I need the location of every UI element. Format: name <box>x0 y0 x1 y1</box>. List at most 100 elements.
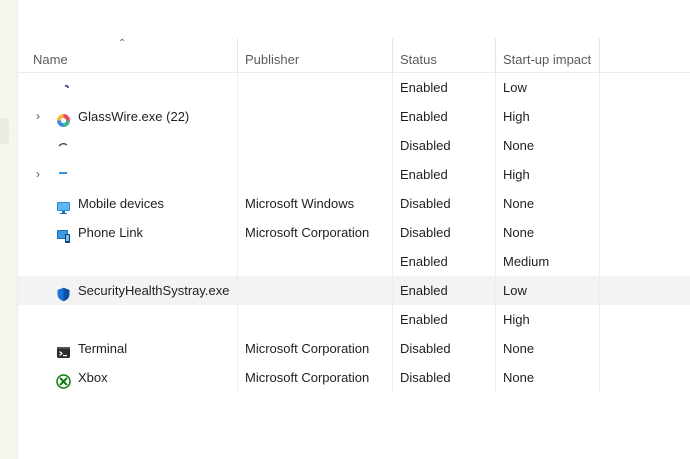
row-status-cell: Enabled <box>393 247 496 276</box>
row-impact: Low <box>503 80 527 95</box>
row-name-cell <box>18 73 238 102</box>
row-publisher-cell <box>238 131 393 160</box>
row-name-cell: Xbox <box>18 363 238 392</box>
table-row[interactable]: Xbox Microsoft Corporation Disabled None <box>18 363 690 392</box>
sort-ascending-icon: ⌃ <box>118 38 127 49</box>
row-status: Disabled <box>400 370 451 385</box>
table-row[interactable]: Enabled Low <box>18 73 690 102</box>
row-impact: None <box>503 138 535 153</box>
row-name: Terminal <box>78 341 128 356</box>
row-publisher-cell <box>238 73 393 102</box>
row-name-cell: SecurityHealthSystray.exe <box>18 276 238 305</box>
row-impact: None <box>503 370 535 385</box>
row-name-cell <box>18 247 238 276</box>
row-status: Enabled <box>400 167 448 182</box>
row-impact: High <box>503 109 530 124</box>
redacted-app-icon <box>56 167 71 182</box>
table-row[interactable]: Enabled High <box>18 305 690 334</box>
table-row[interactable]: Disabled None <box>18 131 690 160</box>
row-name-cell: › GlassWire.exe (22) <box>18 102 238 131</box>
redacted-app-icon <box>56 254 71 269</box>
navigation-rail <box>0 0 18 459</box>
row-name: Mobile devices <box>78 196 164 211</box>
row-impact: Medium <box>503 254 550 269</box>
row-impact: Low <box>503 283 527 298</box>
row-status-cell: Enabled <box>393 305 496 334</box>
shield-icon <box>56 283 71 302</box>
row-status-cell: Enabled <box>393 276 496 305</box>
row-status: Enabled <box>400 312 448 327</box>
row-publisher-cell: Microsoft Corporation <box>238 334 393 363</box>
redacted-app-icon <box>56 80 71 95</box>
row-name-cell: Terminal <box>18 334 238 363</box>
row-impact: None <box>503 225 535 240</box>
row-impact: High <box>503 167 530 182</box>
row-publisher-cell <box>238 305 393 334</box>
expand-chevron-icon[interactable]: › <box>36 160 48 188</box>
row-name-cell <box>18 305 238 334</box>
task-manager-startup-window: ⌃ Name Publisher Status Start-up impact <box>0 0 690 459</box>
row-publisher-cell <box>238 160 393 189</box>
row-impact-cell: High <box>496 305 600 334</box>
row-status: Enabled <box>400 80 448 95</box>
redacted-app-icon <box>56 312 71 327</box>
table-row-selected[interactable]: SecurityHealthSystray.exe Enabled Low <box>18 276 690 305</box>
column-header-publisher[interactable]: Publisher <box>238 38 393 72</box>
row-impact-cell: None <box>496 363 600 392</box>
row-impact: High <box>503 312 530 327</box>
column-header-name[interactable]: ⌃ Name <box>18 38 238 72</box>
table-row[interactable]: Mobile devices Microsoft Windows Disable… <box>18 189 690 218</box>
row-impact-cell: None <box>496 131 600 160</box>
row-publisher: Microsoft Corporation <box>245 341 370 356</box>
row-status-cell: Enabled <box>393 73 496 102</box>
row-status: Enabled <box>400 254 448 269</box>
mobile-devices-icon <box>56 196 71 214</box>
table-row[interactable]: Phone Link Microsoft Corporation Disable… <box>18 218 690 247</box>
table-row[interactable]: Enabled Medium <box>18 247 690 276</box>
row-name: GlassWire.exe (22) <box>78 109 190 124</box>
row-impact-cell: Low <box>496 276 600 305</box>
row-status-cell: Disabled <box>393 131 496 160</box>
terminal-icon <box>56 341 71 358</box>
row-status-cell: Enabled <box>393 160 496 189</box>
row-impact-cell: None <box>496 334 600 363</box>
row-status: Enabled <box>400 109 448 124</box>
row-status-cell: Enabled <box>393 102 496 131</box>
table-row[interactable]: Terminal Microsoft Corporation Disabled … <box>18 334 690 363</box>
row-impact-cell: Low <box>496 73 600 102</box>
row-name: Xbox <box>78 370 108 385</box>
redacted-app-icon <box>56 138 71 153</box>
row-status: Disabled <box>400 138 451 153</box>
row-status-cell: Disabled <box>393 189 496 218</box>
row-publisher-cell <box>238 102 393 131</box>
row-impact-cell: None <box>496 189 600 218</box>
nav-item-highlight[interactable] <box>0 118 9 144</box>
row-name-cell <box>18 131 238 160</box>
row-impact-cell: Medium <box>496 247 600 276</box>
column-header-impact[interactable]: Start-up impact <box>496 38 600 72</box>
column-header-publisher-label: Publisher <box>245 52 300 67</box>
startup-apps-table: ⌃ Name Publisher Status Start-up impact <box>18 38 690 392</box>
row-publisher-cell <box>238 276 393 305</box>
expand-chevron-icon[interactable]: › <box>36 102 48 130</box>
row-impact: None <box>503 196 535 211</box>
xbox-icon <box>56 370 71 389</box>
row-status: Disabled <box>400 341 451 356</box>
row-publisher-cell: Microsoft Windows <box>238 189 393 218</box>
table-header: ⌃ Name Publisher Status Start-up impact <box>18 38 690 73</box>
table-body: Enabled Low › GlassWire.exe (22) Enabled… <box>18 73 690 392</box>
row-status-cell: Disabled <box>393 218 496 247</box>
row-name-cell: › <box>18 160 238 189</box>
column-header-status[interactable]: Status <box>393 38 496 72</box>
glasswire-icon <box>56 109 71 127</box>
row-name-cell: Mobile devices <box>18 189 238 218</box>
row-name: Phone Link <box>78 225 144 240</box>
table-row[interactable]: › Enabled High <box>18 160 690 189</box>
row-status-cell: Disabled <box>393 363 496 392</box>
table-row[interactable]: › GlassWire.exe (22) Enabled High <box>18 102 690 131</box>
row-publisher-cell: Microsoft Corporation <box>238 218 393 247</box>
row-publisher-cell: Microsoft Corporation <box>238 363 393 392</box>
row-impact-cell: High <box>496 160 600 189</box>
column-header-status-label: Status <box>400 52 437 67</box>
row-status: Disabled <box>400 225 451 240</box>
